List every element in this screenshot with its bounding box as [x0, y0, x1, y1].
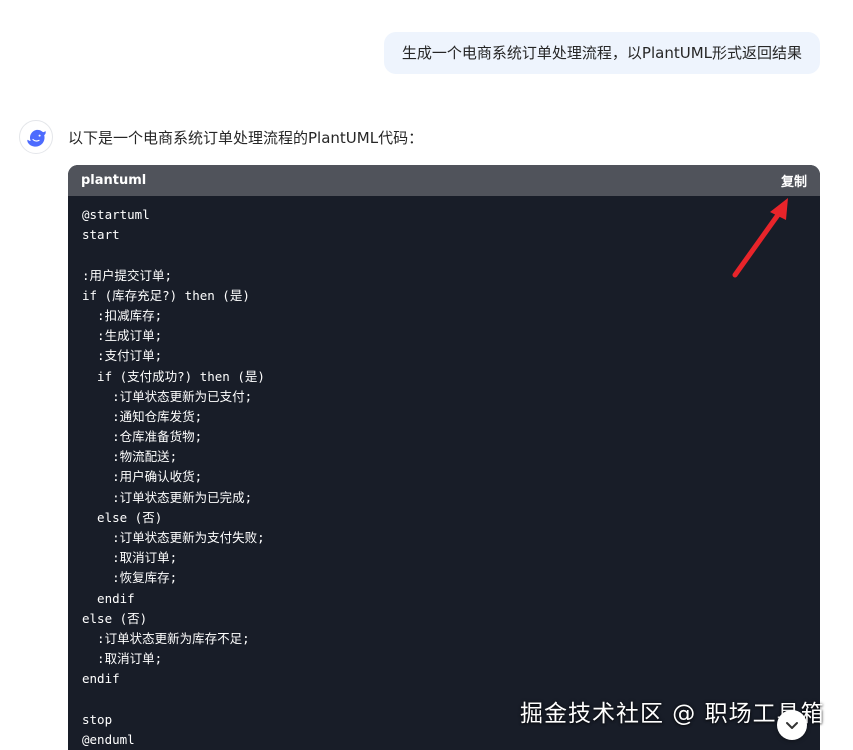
code-line: @enduml — [82, 731, 135, 747]
code-line: :恢复库存; — [82, 570, 178, 586]
code-line: endif — [82, 590, 135, 606]
code-line: :通知仓库发货; — [82, 408, 203, 424]
code-block-header: plantuml 复制 — [68, 165, 820, 196]
code-line: :仓库准备货物; — [82, 429, 203, 445]
code-line: :支付订单; — [82, 348, 163, 364]
deepseek-whale-icon — [27, 129, 46, 147]
code-line: :订单状态更新为已完成; — [82, 489, 253, 505]
assistant-intro-text: 以下是一个电商系统订单处理流程的PlantUML代码： — [68, 129, 424, 147]
code-line: :生成订单; — [82, 328, 163, 344]
copy-button[interactable]: 复制 — [781, 171, 807, 190]
code-line: endif — [82, 671, 120, 687]
chevron-down-icon — [786, 722, 798, 729]
code-line: :订单状态更新为已支付; — [82, 388, 253, 404]
code-line: start — [82, 227, 120, 243]
code-line: :扣减库存; — [82, 307, 163, 323]
code-line: :订单状态更新为库存不足; — [82, 630, 250, 646]
chat-page: 生成一个电商系统订单处理流程，以PlantUML形式返回结果 以下是一个电商系统… — [0, 0, 853, 750]
code-line: :用户确认收货; — [82, 469, 203, 485]
code-line: :用户提交订单; — [82, 267, 173, 283]
scroll-down-button[interactable] — [777, 710, 807, 740]
code-language-label: plantuml — [81, 173, 147, 188]
code-line: else (否) — [82, 610, 148, 626]
code-content: @startuml start :用户提交订单; if (库存充足?) then (是… — [68, 196, 820, 750]
code-line: if (支付成功?) then (是) — [82, 368, 265, 384]
code-block: plantuml 复制 @startuml start :用户提交订单; if (库存… — [68, 165, 820, 750]
user-message-bubble: 生成一个电商系统订单处理流程，以PlantUML形式返回结果 — [383, 32, 820, 74]
code-line: if (库存充足?) then (是) — [82, 287, 250, 303]
code-line: :取消订单; — [82, 651, 163, 667]
code-line: :取消订单; — [82, 550, 178, 566]
code-line: else (否) — [82, 509, 163, 525]
user-message-text: 生成一个电商系统订单处理流程，以PlantUML形式返回结果 — [401, 44, 802, 62]
code-line: @startuml — [82, 207, 150, 222]
code-line: :订单状态更新为支付失败; — [82, 530, 265, 545]
code-line: :物流配送; — [82, 449, 178, 465]
assistant-avatar — [19, 120, 53, 154]
